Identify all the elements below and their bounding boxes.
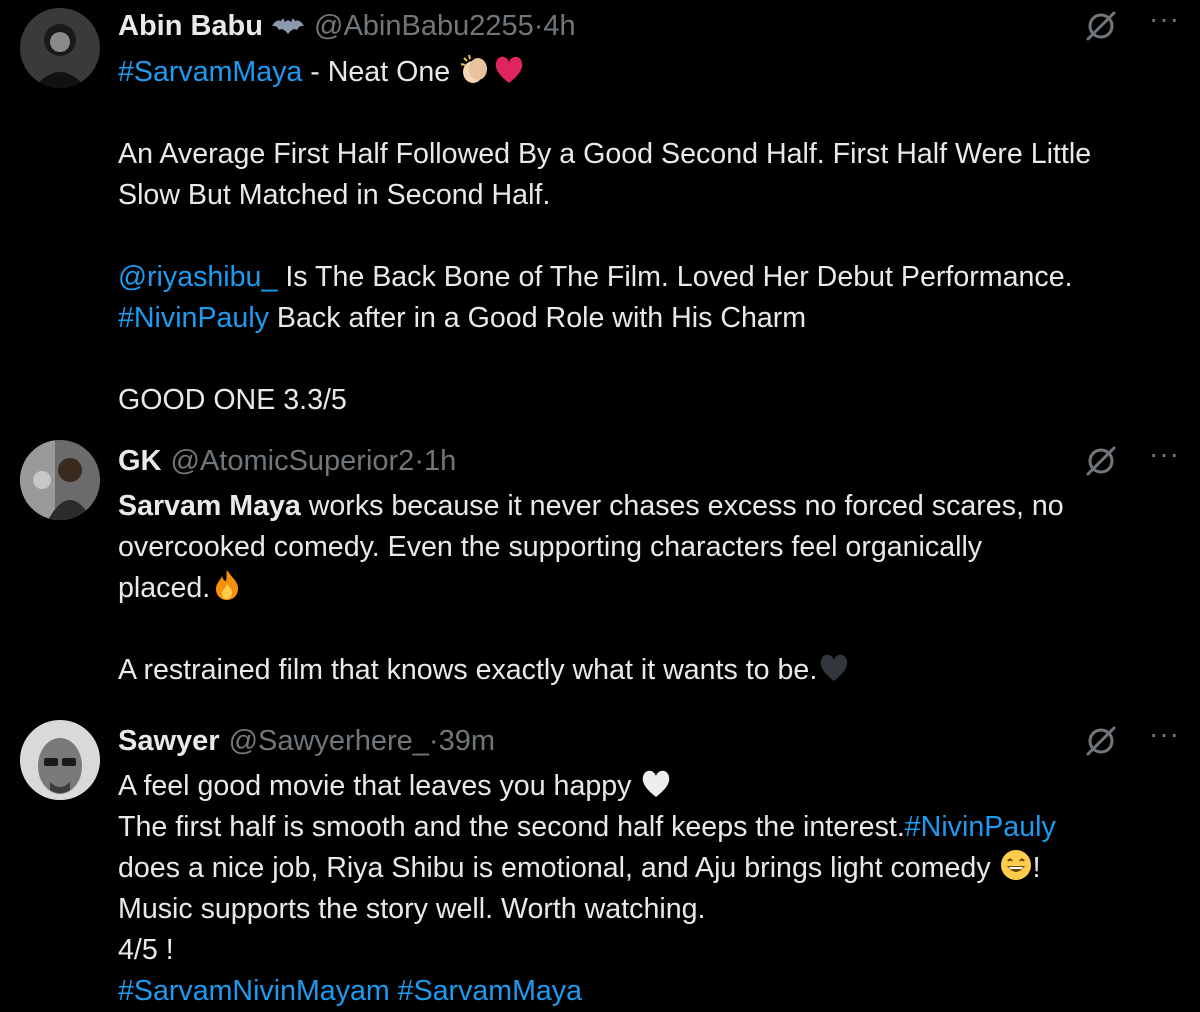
more-icon[interactable]: ··· (1149, 440, 1180, 468)
batman-badge-icon (272, 18, 304, 34)
more-icon[interactable]: ··· (1149, 5, 1180, 33)
tweet-text: Is The Back Bone of The Film. Loved Her … (277, 261, 1073, 293)
author-name[interactable]: GK (118, 445, 162, 478)
tweet-text: overcooked comedy. Even the supporting c… (118, 531, 983, 563)
avatar[interactable] (20, 8, 100, 88)
tweet-text: 4/5 ! (118, 934, 174, 966)
tweet-text: A feel good movie that leaves you happy (118, 770, 640, 802)
tweet-text: - Neat One (302, 56, 459, 88)
mention-link[interactable]: @riyashibu_ (118, 261, 277, 293)
tweet-text: ! (1032, 852, 1041, 884)
tweet-text: An Average First Half Followed By a Good… (118, 138, 1092, 170)
author-name[interactable]: Abin Babu (118, 10, 263, 43)
timestamp[interactable]: 39m (439, 725, 495, 758)
separator: · (414, 444, 424, 477)
author-name[interactable]: Sawyer (118, 725, 220, 758)
red-heart-emoji (495, 56, 523, 83)
grinning-face-emoji (1000, 850, 1031, 880)
clapping-hands-emoji (460, 54, 488, 83)
tweet-text: The first half is smooth and the second … (118, 811, 905, 843)
tweet-text: does a nice job, Riya Shibu is emotional… (118, 852, 999, 884)
tweet-text: placed. (118, 572, 211, 604)
separator: · (428, 724, 439, 757)
white-heart-emoji (643, 770, 670, 797)
fire-emoji (216, 570, 239, 600)
hashtag-link[interactable]: #SarvamMaya (118, 56, 302, 88)
author-handle[interactable]: @AbinBabu2255 (314, 10, 534, 43)
bold-text: Sarvam Maya (118, 490, 301, 522)
tweet-text: GOOD ONE 3.3/5 (118, 384, 347, 416)
hashtag-link[interactable]: #SarvamMaya (398, 975, 582, 1007)
hashtag-link[interactable]: #SarvamNivinMayam (118, 975, 390, 1007)
tweet-text: Music supports the story well. Worth wat… (118, 893, 706, 925)
author-handle[interactable]: @Sawyerhere_ (229, 725, 429, 758)
timestamp[interactable]: 4h (543, 10, 575, 43)
black-heart-emoji (821, 654, 848, 681)
tweet-text: Slow But Matched in Second Half. (118, 179, 551, 211)
author-handle[interactable]: @AtomicSuperior2 (171, 445, 415, 478)
separator: · (533, 9, 544, 42)
avatar[interactable] (20, 720, 100, 800)
timestamp[interactable]: 1h (424, 445, 456, 478)
hashtag-link[interactable]: #NivinPauly (118, 302, 269, 334)
hashtag-link[interactable]: #NivinPauly (905, 811, 1056, 843)
grok-icon[interactable] (1083, 443, 1119, 479)
grok-icon[interactable] (1083, 8, 1119, 44)
avatar[interactable] (20, 440, 100, 520)
tweet-text: works because it never chases excess no … (300, 490, 1064, 522)
tweet-text: A restrained film that knows exactly wha… (118, 654, 818, 686)
more-icon[interactable]: ··· (1149, 720, 1180, 748)
grok-icon[interactable] (1083, 723, 1119, 759)
tweet-text: Back after in a Good Role with His Charm (268, 302, 807, 334)
